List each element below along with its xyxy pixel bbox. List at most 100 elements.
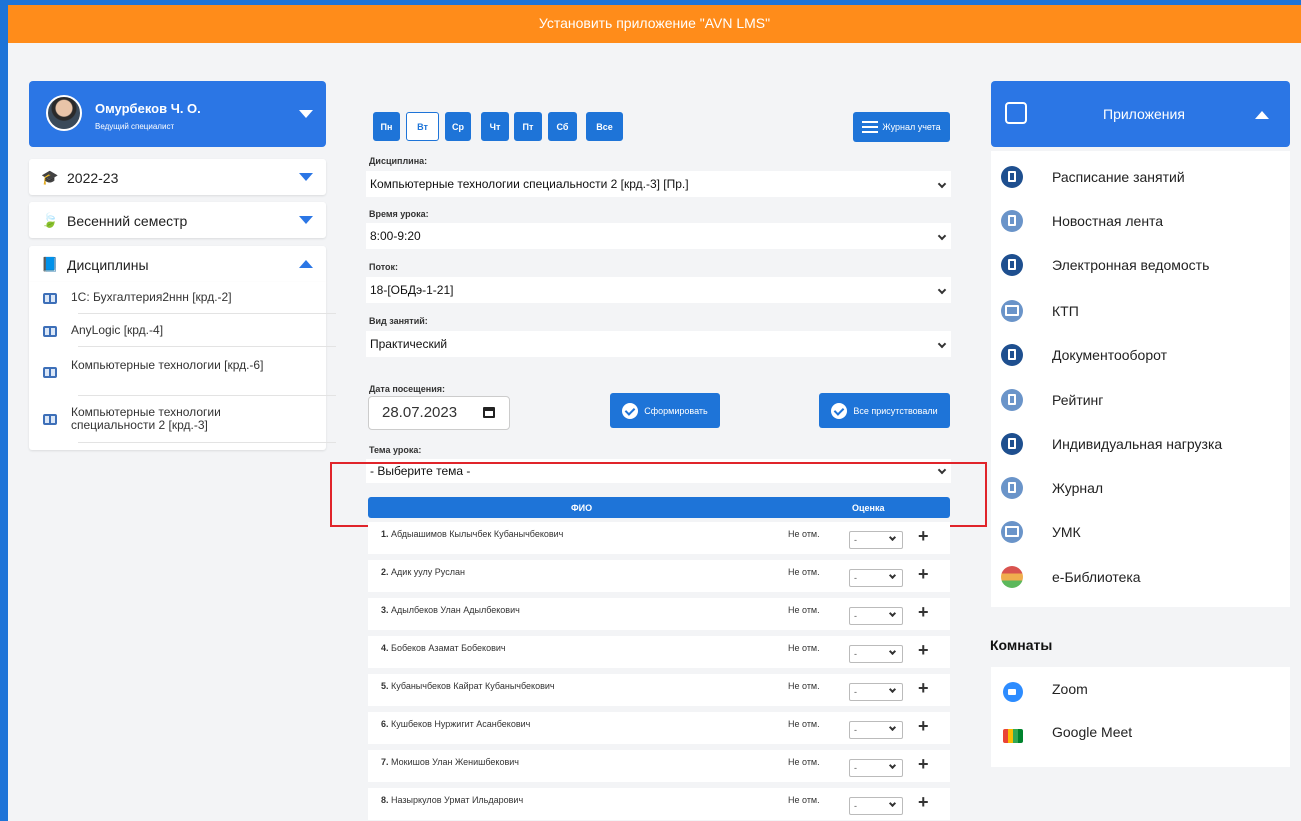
disciplines-label: Дисциплины xyxy=(67,257,149,273)
grade-select[interactable]: - xyxy=(849,759,903,777)
room-zoom[interactable]: Zoom xyxy=(1052,681,1088,697)
year-selector[interactable]: 🎓 2022-23 xyxy=(29,159,326,195)
apps-title: Приложения xyxy=(1103,106,1185,122)
avatar xyxy=(46,95,82,131)
grade-select[interactable]: - xyxy=(849,797,903,815)
caret-down-icon[interactable] xyxy=(299,110,313,118)
day-tue-button[interactable]: Вт xyxy=(406,112,439,141)
left-edge xyxy=(0,0,8,821)
caret-down-icon xyxy=(299,216,313,224)
caret-up-icon xyxy=(299,260,313,268)
lesson-type-select[interactable]: Практический xyxy=(366,331,951,357)
plus-icon[interactable]: + xyxy=(918,754,929,775)
stream-select[interactable]: 18-[ОБДэ-1-21] xyxy=(366,277,951,303)
chevron-down-icon xyxy=(937,179,947,189)
plus-icon[interactable]: + xyxy=(918,602,929,623)
graduation-cap-icon: 🎓 xyxy=(41,169,59,185)
book-icon xyxy=(1001,521,1023,543)
time-select[interactable]: 8:00-9:20 xyxy=(366,223,951,249)
profile-role: Ведущий специалист xyxy=(95,122,175,131)
calendar-icon xyxy=(1001,166,1023,188)
journal-icon xyxy=(1001,477,1023,499)
room-google-meet[interactable]: Google Meet xyxy=(1052,724,1132,740)
discipline-select[interactable]: Компьютерные технологии специальности 2 … xyxy=(366,171,951,197)
divider xyxy=(78,442,336,443)
year-label: 2022-23 xyxy=(67,170,119,186)
plus-icon[interactable]: + xyxy=(918,526,929,547)
grade-select[interactable]: - xyxy=(849,531,903,549)
zoom-icon xyxy=(1003,682,1023,702)
plus-icon[interactable]: + xyxy=(918,792,929,813)
all-present-button[interactable]: Все присутствовали xyxy=(819,393,950,428)
chevron-down-icon xyxy=(888,571,897,580)
news-icon xyxy=(1001,210,1023,232)
chevron-down-icon xyxy=(888,799,897,808)
day-thu-button[interactable]: Чт xyxy=(481,112,509,141)
table-row: 8. Назыркулов Урмат Ильдарович Не отм. -… xyxy=(368,788,950,820)
chevron-down-icon xyxy=(888,723,897,732)
caret-up-icon[interactable] xyxy=(1255,111,1269,119)
disciplines-header[interactable]: 📘 Дисциплины xyxy=(29,246,326,282)
profile-card[interactable]: Омурбеков Ч. О. Ведущий специалист xyxy=(29,81,326,147)
grade-select[interactable]: - xyxy=(849,721,903,739)
day-all-button[interactable]: Все xyxy=(586,112,623,141)
library-icon xyxy=(1001,566,1023,588)
journal-button[interactable]: Журнал учета xyxy=(853,112,950,142)
open-book-icon xyxy=(43,326,57,337)
open-book-icon xyxy=(43,367,57,378)
stream-label: Поток: xyxy=(369,262,399,272)
chevron-down-icon xyxy=(888,647,897,656)
disciplines-list: 1C: Бухгалтерия2ннн [крд.-2] AnyLogic [к… xyxy=(29,282,336,450)
chevron-down-icon xyxy=(888,533,897,542)
day-mon-button[interactable]: Пн xyxy=(373,112,400,141)
day-fri-button[interactable]: Пт xyxy=(514,112,542,141)
divider xyxy=(78,395,336,396)
discipline-label: Дисциплина: xyxy=(369,156,428,166)
rooms-title: Комнаты xyxy=(990,637,1053,653)
install-app-banner[interactable]: Установить приложение "AVN LMS" xyxy=(8,0,1301,43)
semester-label: Весенний семестр xyxy=(67,213,188,229)
plus-icon[interactable]: + xyxy=(918,564,929,585)
time-label: Время урока: xyxy=(369,209,429,219)
generate-button[interactable]: Сформировать xyxy=(610,393,720,428)
lesson-type-label: Вид занятий: xyxy=(369,316,428,326)
grade-select[interactable]: - xyxy=(849,569,903,587)
grade-select[interactable]: - xyxy=(849,607,903,625)
table-row: 1. Абдыашимов Кылычбек Кубанычбекович Не… xyxy=(368,522,950,554)
rating-icon xyxy=(1001,389,1023,411)
open-book-icon xyxy=(43,293,57,304)
grade-select[interactable]: - xyxy=(849,683,903,701)
leaf-icon: 🍃 xyxy=(41,212,59,228)
check-circle-icon xyxy=(622,402,639,419)
document-icon xyxy=(1001,254,1023,276)
rooms-list: Zoom Google Meet xyxy=(991,667,1290,767)
chevron-down-icon xyxy=(888,761,897,770)
chevron-down-icon xyxy=(937,231,947,241)
chevron-down-icon xyxy=(937,285,947,295)
cast-icon xyxy=(1005,102,1027,124)
plus-icon[interactable]: + xyxy=(918,678,929,699)
google-meet-icon xyxy=(1003,729,1023,743)
apps-header[interactable]: Приложения xyxy=(991,81,1290,147)
chevron-down-icon xyxy=(888,609,897,618)
day-sat-button[interactable]: Сб xyxy=(548,112,577,141)
date-label: Дата посещения: xyxy=(369,384,445,394)
chevron-down-icon xyxy=(888,685,897,694)
plus-icon[interactable]: + xyxy=(918,716,929,737)
list-icon xyxy=(862,121,879,133)
check-circle-icon xyxy=(831,402,848,419)
date-input[interactable]: 28.07.2023 xyxy=(368,396,510,430)
book-icon xyxy=(1001,300,1023,322)
apps-list: Расписание занятий Новостная лента Элект… xyxy=(991,151,1290,607)
divider xyxy=(78,313,336,314)
day-wed-button[interactable]: Ср xyxy=(445,112,471,141)
caret-down-icon xyxy=(299,173,313,181)
plus-icon[interactable]: + xyxy=(918,640,929,661)
book-icon: 📘 xyxy=(41,256,59,272)
grade-select[interactable]: - xyxy=(849,645,903,663)
calendar-icon[interactable] xyxy=(483,407,495,418)
semester-selector[interactable]: 🍃 Весенний семестр xyxy=(29,202,326,238)
highlight-annotation xyxy=(330,462,987,527)
topic-label: Тема урока: xyxy=(369,445,422,455)
workload-icon xyxy=(1001,433,1023,455)
